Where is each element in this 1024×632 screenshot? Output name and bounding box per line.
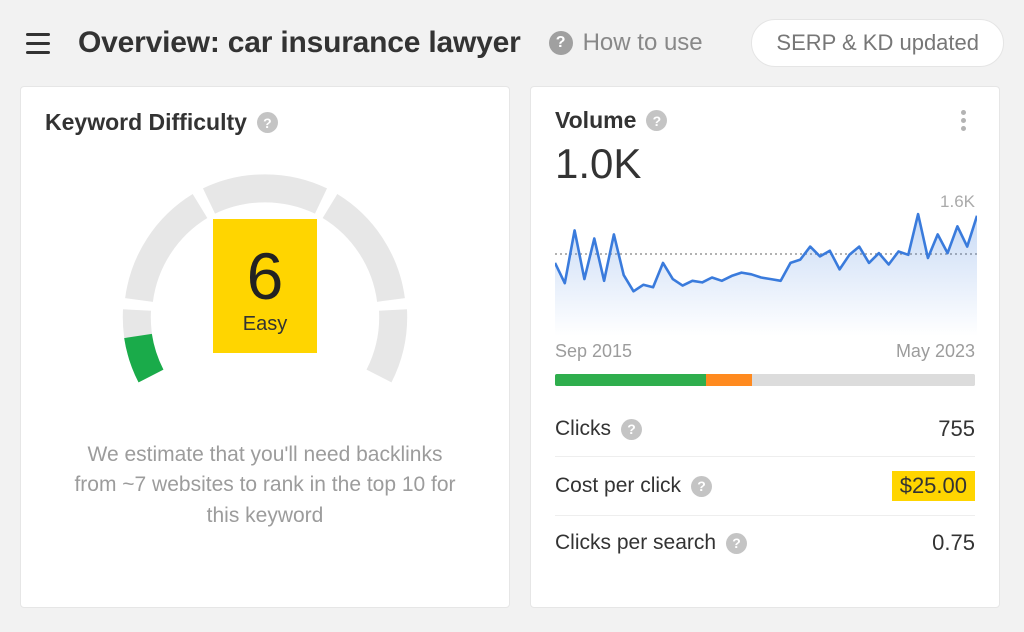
clicks-value: 755 [938,416,975,442]
kd-score-badge: 6 Easy [213,219,317,353]
keyword-difficulty-card: Keyword Difficulty ? 6 Easy [20,86,510,608]
help-icon[interactable]: ? [621,419,642,440]
cpc-value: $25.00 [892,471,975,501]
clicks-distribution-bar [555,374,975,386]
kd-rating-label: Easy [243,313,287,336]
help-icon[interactable]: ? [726,533,747,554]
serp-updated-pill[interactable]: SERP & KD updated [751,19,1004,67]
volume-value: 1.0K [555,140,975,188]
help-icon[interactable]: ? [646,110,667,131]
chart-end-date: May 2023 [896,341,975,362]
kd-description: We estimate that you'll need backlinks f… [45,440,485,531]
how-to-use-link[interactable]: ? How to use [549,29,703,57]
kd-score-value: 6 [247,243,284,309]
volume-sparkline [555,206,977,336]
metric-row-cpc: Cost per click ? $25.00 [555,456,975,515]
page-title: Overview: car insurance lawyer [78,26,521,60]
chart-start-date: Sep 2015 [555,341,632,362]
help-icon[interactable]: ? [691,476,712,497]
volume-chart: 1.6K Sep 2015 May 2023 [555,192,975,362]
cpc-label: Cost per click [555,474,681,498]
kd-title: Keyword Difficulty [45,109,247,136]
metric-row-cps: Clicks per search ? 0.75 [555,515,975,570]
volume-card: Volume ? 1.0K 1.6K Sep 20 [530,86,1000,608]
how-to-use-label: How to use [583,29,703,57]
cps-value: 0.75 [932,530,975,556]
more-menu-icon[interactable] [951,109,975,133]
cps-label: Clicks per search [555,531,716,555]
help-icon: ? [549,31,573,55]
help-icon[interactable]: ? [257,112,278,133]
clicks-label: Clicks [555,417,611,441]
metric-row-clicks: Clicks ? 755 [555,402,975,456]
menu-icon[interactable] [20,25,56,61]
volume-title: Volume [555,107,636,134]
